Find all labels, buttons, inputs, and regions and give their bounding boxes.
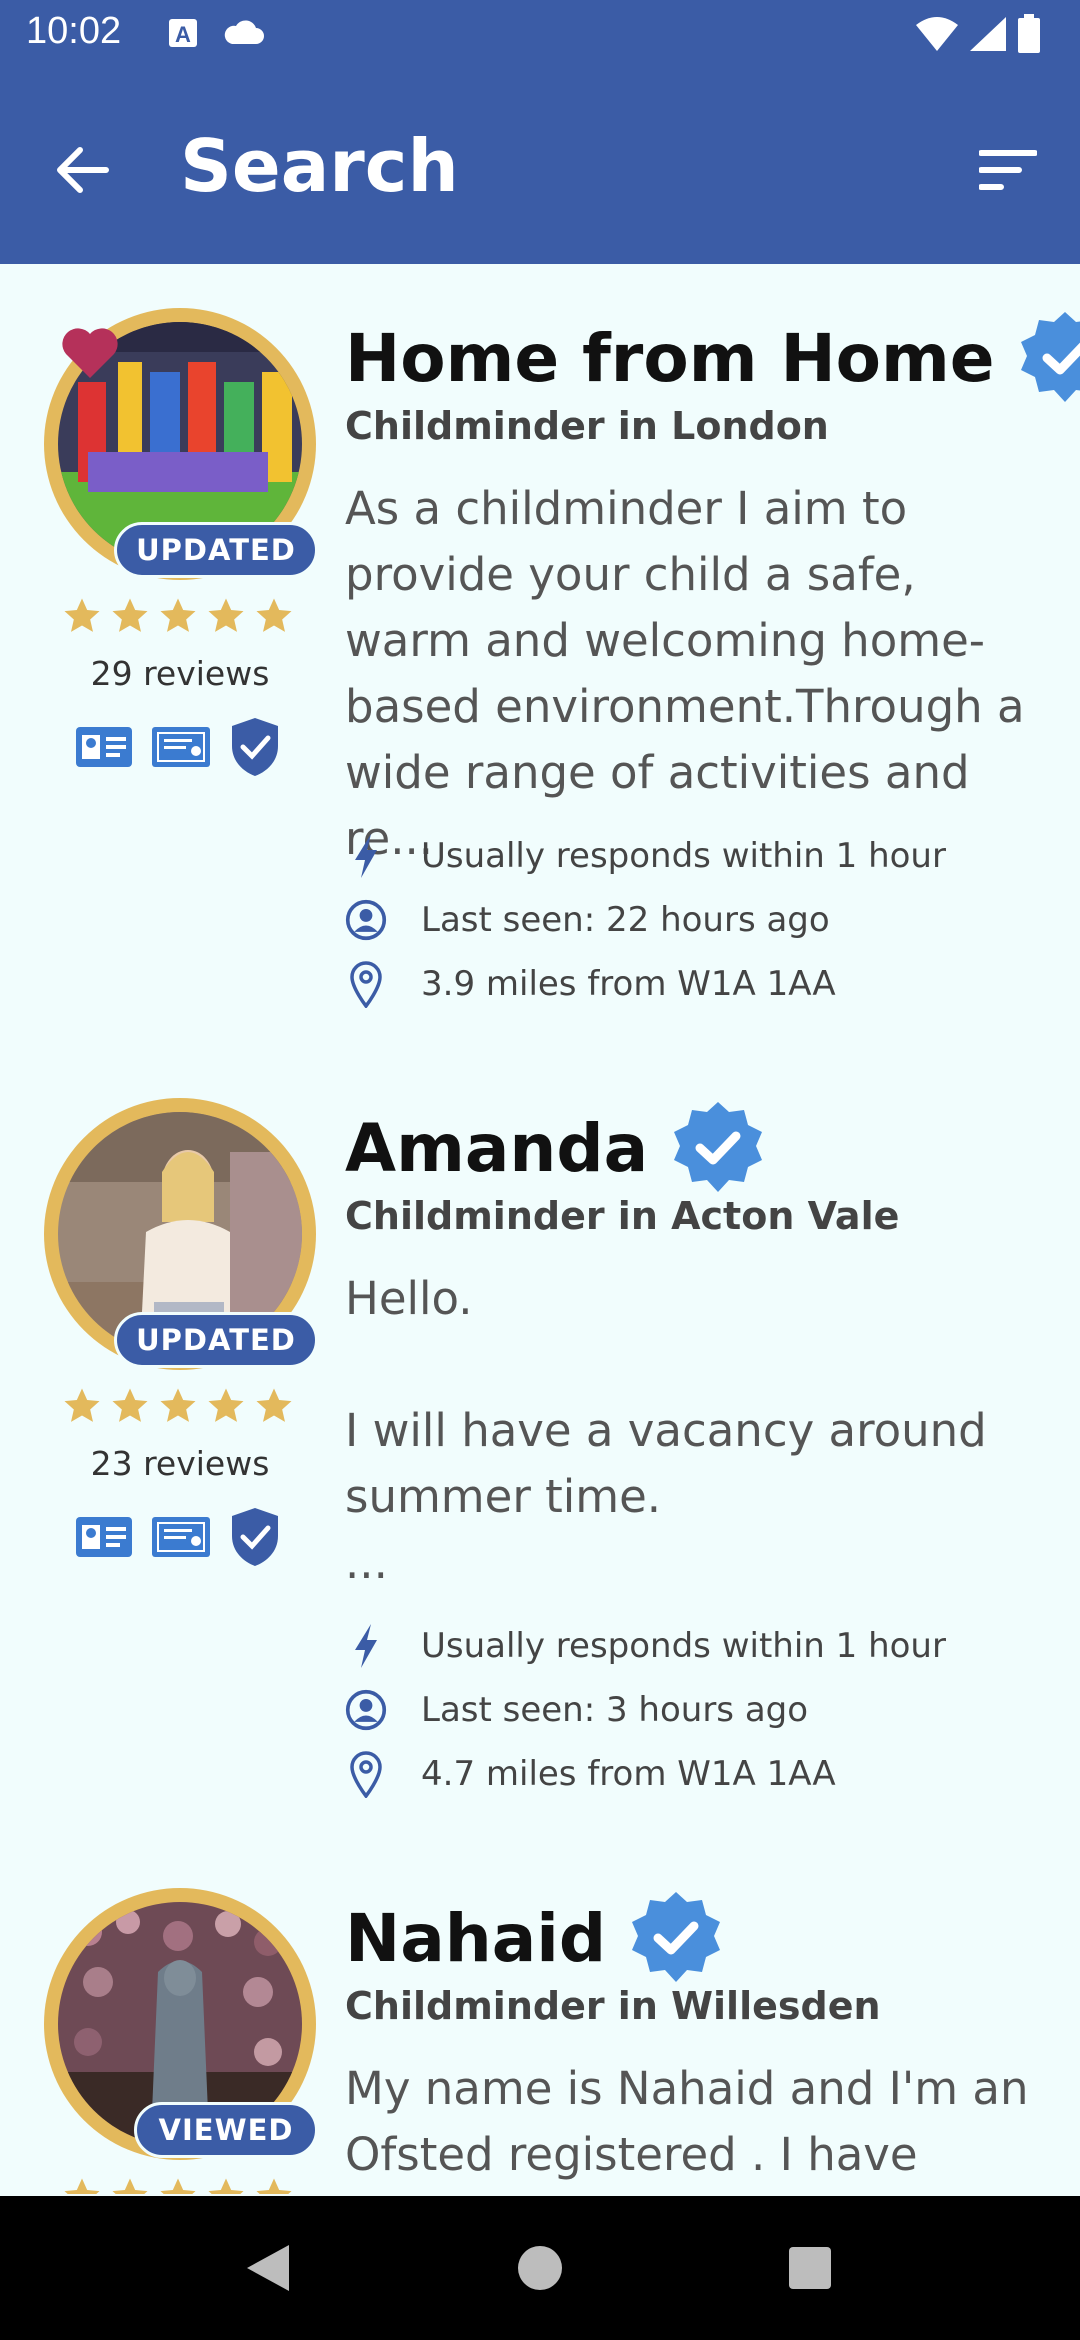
listing-description: Hello. I will have a vacancy around summ…: [345, 1272, 987, 1589]
response-time-text: Usually responds within 1 hour: [421, 1626, 946, 1666]
trust-icons: [74, 1506, 282, 1568]
lightning-icon: [355, 834, 377, 878]
a-box-icon: A: [169, 19, 197, 47]
listing-name[interactable]: Home from Home: [345, 320, 995, 397]
trust-icons: [74, 716, 282, 778]
svg-text:A: A: [175, 22, 191, 47]
distance-row: 3.9 miles from W1A 1AA: [345, 958, 836, 1010]
star-icon: [252, 594, 296, 638]
triangle-back-icon: [247, 2245, 289, 2291]
response-time-row: Usually responds within 1 hour: [345, 1620, 946, 1672]
star-icon: [204, 2174, 248, 2194]
listing-card[interactable]: UPDATED 29 reviews Home from Home Childm…: [0, 264, 1080, 1054]
review-count[interactable]: 29 reviews: [40, 654, 320, 693]
response-time-row: Usually responds within 1 hour: [345, 830, 946, 882]
battery-icon: [1018, 14, 1040, 53]
listing-subtitle: Childminder in Acton Vale: [345, 1194, 900, 1238]
listing-subtitle: Childminder in Willesden: [345, 1984, 881, 2028]
favourite-heart-icon[interactable]: [60, 324, 120, 380]
status-badge: VIEWED: [134, 2102, 318, 2158]
arrow-left-icon: [57, 147, 109, 193]
distance-text: 4.7 miles from W1A 1AA: [421, 1754, 836, 1794]
wifi-icon: [916, 17, 958, 51]
shield-check-icon: [232, 718, 278, 776]
response-time-text: Usually responds within 1 hour: [421, 836, 946, 876]
nav-home-button[interactable]: [504, 2232, 576, 2304]
avatar[interactable]: VIEWED: [44, 1888, 318, 2160]
sort-filter-icon: [979, 150, 1037, 190]
shield-check-icon: [232, 1508, 278, 1566]
star-icon: [204, 1384, 248, 1428]
id-card-icon: [76, 1517, 132, 1557]
verified-badge-icon: [674, 1102, 763, 1192]
verified-badge-icon: [1020, 312, 1080, 402]
star-icon: [60, 594, 104, 638]
last-seen-row: Last seen: 22 hours ago: [345, 894, 830, 946]
star-icon: [156, 594, 200, 638]
distance-row: 4.7 miles from W1A 1AA: [345, 1748, 836, 1800]
last-seen-row: Last seen: 3 hours ago: [345, 1684, 808, 1736]
back-button[interactable]: [40, 128, 124, 212]
listing-name[interactable]: Amanda: [345, 1110, 648, 1187]
user-circle-icon: [345, 1689, 387, 1731]
avatar[interactable]: UPDATED: [44, 308, 318, 580]
star-icon: [60, 1384, 104, 1428]
star-icon: [252, 1384, 296, 1428]
avatar[interactable]: UPDATED: [44, 1098, 318, 1370]
location-pin-icon: [350, 961, 382, 1008]
user-circle-icon: [345, 899, 387, 941]
star-icon: [156, 2174, 200, 2194]
rating-stars: [60, 1384, 296, 1428]
star-icon: [108, 2174, 152, 2194]
system-navigation-bar: [0, 2196, 1080, 2340]
distance-text: 3.9 miles from W1A 1AA: [421, 964, 836, 1004]
id-card-icon: [76, 727, 132, 767]
status-badge: UPDATED: [114, 1312, 318, 1368]
review-count[interactable]: 23 reviews: [40, 1444, 320, 1483]
rating-stars: [60, 594, 296, 638]
listing-description: My name is Nahaid and I'm an Ofsted regi…: [345, 2062, 1029, 2181]
certificate-icon: [152, 1517, 210, 1557]
last-seen-text: Last seen: 22 hours ago: [421, 900, 830, 940]
lightning-icon: [355, 1624, 377, 1668]
nav-recents-button[interactable]: [774, 2232, 846, 2304]
rating-stars: [60, 2174, 296, 2194]
results-list[interactable]: UPDATED 29 reviews Home from Home Childm…: [0, 264, 1080, 2194]
star-icon: [204, 594, 248, 638]
listing-card[interactable]: VIEWED Nahaid Childminder in Willesden M…: [0, 1844, 1080, 2194]
listing-description: As a childminder I aim to provide your c…: [345, 482, 1025, 865]
app-bar: Search: [0, 72, 1080, 264]
square-recents-icon: [789, 2247, 831, 2289]
sort-filter-button[interactable]: [966, 128, 1050, 212]
listing-subtitle: Childminder in London: [345, 404, 829, 448]
listing-card[interactable]: UPDATED 23 reviews Amanda Childminder in…: [0, 1054, 1080, 1844]
circle-home-icon: [518, 2246, 562, 2290]
listing-name[interactable]: Nahaid: [345, 1900, 606, 1977]
page-title: Search: [180, 124, 459, 208]
signal-icon: [970, 17, 1006, 51]
cloud-icon: [224, 20, 264, 44]
certificate-icon: [152, 727, 210, 767]
nav-back-button[interactable]: [232, 2232, 304, 2304]
star-icon: [108, 594, 152, 638]
star-icon: [108, 1384, 152, 1428]
star-icon: [252, 2174, 296, 2194]
location-pin-icon: [350, 1751, 382, 1798]
status-bar: 10:02 A: [0, 0, 1080, 72]
last-seen-text: Last seen: 3 hours ago: [421, 1690, 809, 1730]
star-icon: [60, 2174, 104, 2194]
status-badge: UPDATED: [114, 522, 318, 578]
star-icon: [156, 1384, 200, 1428]
status-time: 10:02: [26, 10, 122, 52]
verified-badge-icon: [632, 1892, 721, 1982]
